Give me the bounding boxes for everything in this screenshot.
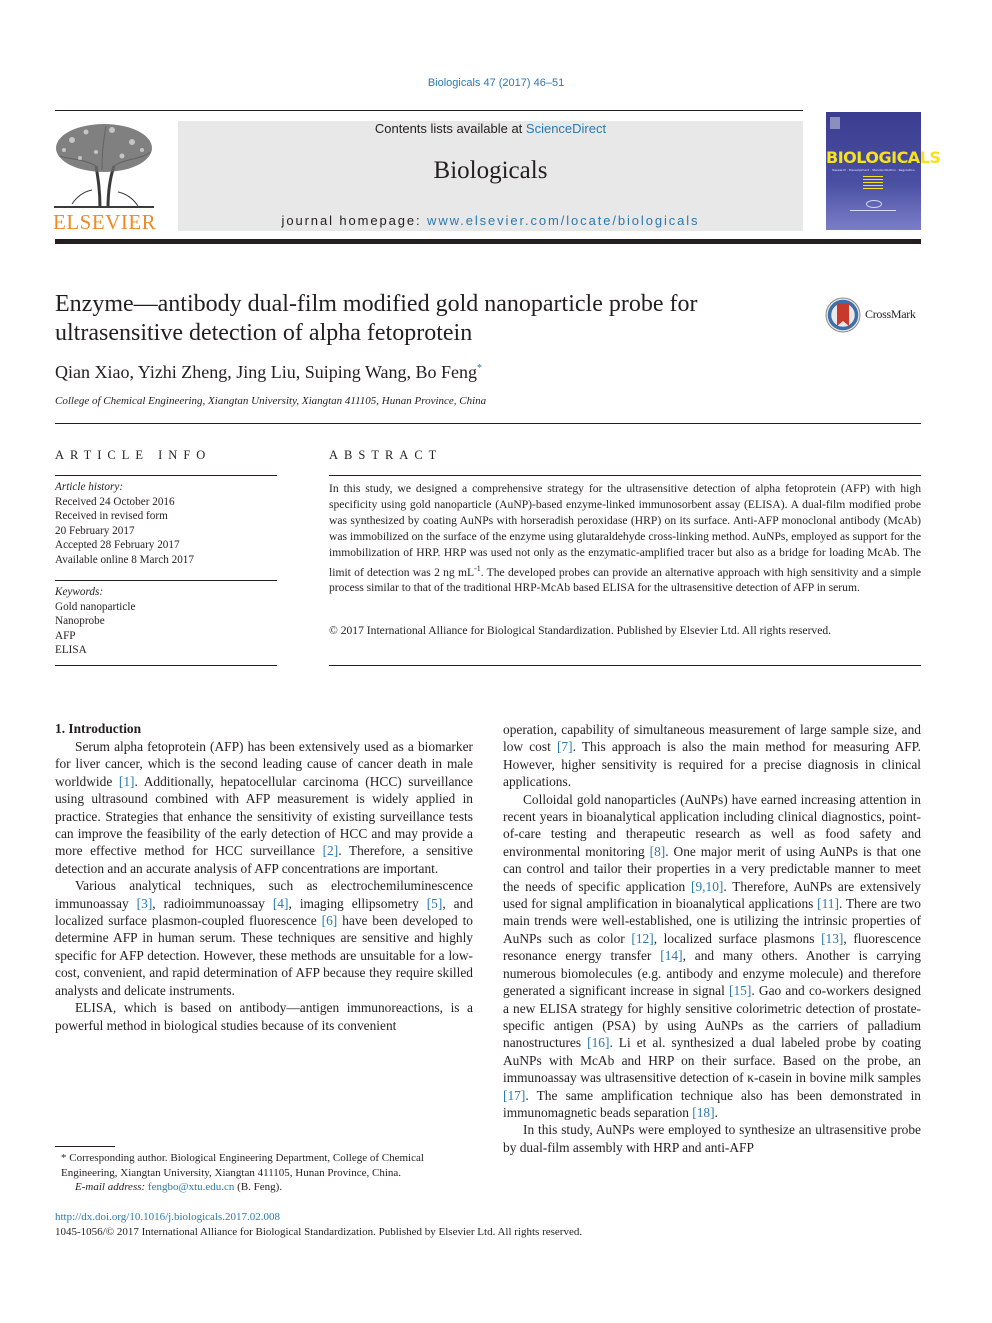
reference-link[interactable]: [11] <box>817 896 839 911</box>
journal-name: Biologicals <box>433 157 548 184</box>
abstract-copyright: © 2017 International Alliance for Biolog… <box>329 624 832 637</box>
journal-cover-thumbnail[interactable]: BIOLOGICALS Research · Development · Sta… <box>826 112 941 230</box>
body-paragraph: Colloidal gold nanoparticles (AuNPs) hav… <box>503 791 922 1120</box>
body-column-right: operation, capability of simultaneous me… <box>503 721 921 1156</box>
reference-link[interactable]: [15] <box>729 983 751 998</box>
article-info-heading: ARTICLE INFO <box>55 448 212 462</box>
crossmark-label: CrossMark <box>865 307 916 321</box>
reference-link[interactable]: [9,10] <box>691 879 723 894</box>
corresponding-author-footnote: * Corresponding author. Biological Engin… <box>55 1151 475 1195</box>
reference-link[interactable]: [16] <box>587 1035 609 1050</box>
cover-subtitle: Research · Development · Standardization… <box>832 168 915 172</box>
cover-emblem-icon <box>866 200 882 208</box>
reference-link[interactable]: [3] <box>137 896 153 911</box>
history-item: Received 24 October 2016 <box>55 495 175 508</box>
authors-text: Qian Xiao, Yizhi Zheng, Jing Liu, Suipin… <box>55 362 478 382</box>
body-paragraph: Serum alpha fetoprotein (AFP) has been e… <box>55 739 473 876</box>
keywords: Keywords: Gold nanoparticle Nanoprobe AF… <box>55 585 277 658</box>
abstract-heading: ABSTRACT <box>329 448 443 462</box>
elsevier-wordmark: ELSEVIER <box>53 210 157 234</box>
keyword-item: Nanoprobe <box>55 615 105 628</box>
email-suffix: (B. Feng). <box>234 1181 283 1194</box>
author-list: Qian Xiao, Yizhi Zheng, Jing Liu, Suipin… <box>55 362 482 383</box>
keyword-item: ELISA <box>55 644 87 657</box>
history-item: Accepted 28 February 2017 <box>55 539 180 552</box>
section-rule <box>55 423 921 424</box>
history-item: 20 February 2017 <box>55 524 135 537</box>
abstract-rule <box>329 665 921 666</box>
article-info-rule <box>55 580 277 581</box>
crossmark-button[interactable]: CrossMark <box>824 295 924 335</box>
body-paragraph: In this study, AuNPs were employed to sy… <box>503 1122 921 1155</box>
history-label: Article history: <box>55 481 124 493</box>
body-paragraph: ELISA, which is based on antibody—antige… <box>55 1000 473 1033</box>
header-thick-rule <box>55 239 921 244</box>
reference-link[interactable]: [14] <box>660 948 682 963</box>
body-column-left: Serum alpha fetoprotein (AFP) has been e… <box>55 738 473 1034</box>
article-info-rule <box>55 665 277 666</box>
keyword-item: Gold nanoparticle <box>55 600 136 613</box>
header-rule <box>55 110 803 111</box>
body-paragraph: Various analytical techniques, such as e… <box>55 878 474 998</box>
affiliation: College of Chemical Engineering, Xiangta… <box>55 395 487 407</box>
cover-title: BIOLOGICALS <box>826 148 941 167</box>
email-label: E-mail address: <box>75 1181 148 1194</box>
body-paragraph: operation, capability of simultaneous me… <box>503 722 921 790</box>
abstract-rule <box>329 475 921 476</box>
history-item: Available online 8 March 2017 <box>55 553 194 566</box>
reference-link[interactable]: [7] <box>557 739 573 754</box>
abstract-body: In this study, we designed a comprehensi… <box>329 482 921 579</box>
footnote-text: * Corresponding author. Biological Engin… <box>61 1152 424 1179</box>
reference-link[interactable]: [4] <box>273 896 289 911</box>
homepage-prefix: journal homepage: <box>281 213 428 228</box>
abstract-superscript: -1 <box>474 563 481 573</box>
reference-link[interactable]: [6] <box>322 913 338 928</box>
history-item: Received in revised form <box>55 510 168 523</box>
issn-copyright-line: 1045-1056/© 2017 International Alliance … <box>55 1226 583 1238</box>
reference-link[interactable]: [5] <box>427 896 443 911</box>
cover-publisher-badge-icon <box>830 117 840 129</box>
doi-link[interactable]: http://dx.doi.org/10.1016/j.biologicals.… <box>55 1211 280 1223</box>
article-title: Enzyme—antibody dual-film modified gold … <box>55 291 698 346</box>
reference-link[interactable]: [2] <box>323 843 339 858</box>
journal-homepage-link[interactable]: www.elsevier.com/locate/biologicals <box>427 213 699 228</box>
article-history: Article history: Received 24 October 201… <box>55 480 277 568</box>
reference-link[interactable]: [13] <box>821 931 843 946</box>
contents-available-line: Contents lists available at ScienceDirec… <box>178 121 803 136</box>
reference-link[interactable]: [8] <box>650 844 666 859</box>
reference-link[interactable]: [12] <box>631 931 653 946</box>
footnote-rule <box>55 1146 115 1147</box>
crossmark-icon <box>825 297 861 333</box>
keyword-item: AFP <box>55 629 76 642</box>
reference-link[interactable]: [1] <box>119 774 135 789</box>
journal-citation-link[interactable]: Biologicals 47 (2017) 46–51 <box>0 77 992 89</box>
sciencedirect-link[interactable]: ScienceDirect <box>526 121 606 136</box>
journal-homepage-line: journal homepage: www.elsevier.com/locat… <box>178 213 803 228</box>
cover-lines <box>863 176 883 190</box>
contents-prefix: Contents lists available at <box>374 121 526 136</box>
reference-link[interactable]: [18] <box>692 1105 714 1120</box>
keywords-label: Keywords: <box>55 586 104 598</box>
author-email-link[interactable]: fengbo@xtu.edu.cn <box>148 1181 235 1193</box>
cover-footer-line <box>850 210 896 211</box>
section-heading-introduction: 1. Introduction <box>55 721 142 736</box>
article-info-rule <box>55 475 277 476</box>
abstract-text: In this study, we designed a comprehensi… <box>329 481 921 596</box>
corresponding-author-marker[interactable]: * <box>477 363 482 374</box>
reference-link[interactable]: [17] <box>503 1088 525 1103</box>
